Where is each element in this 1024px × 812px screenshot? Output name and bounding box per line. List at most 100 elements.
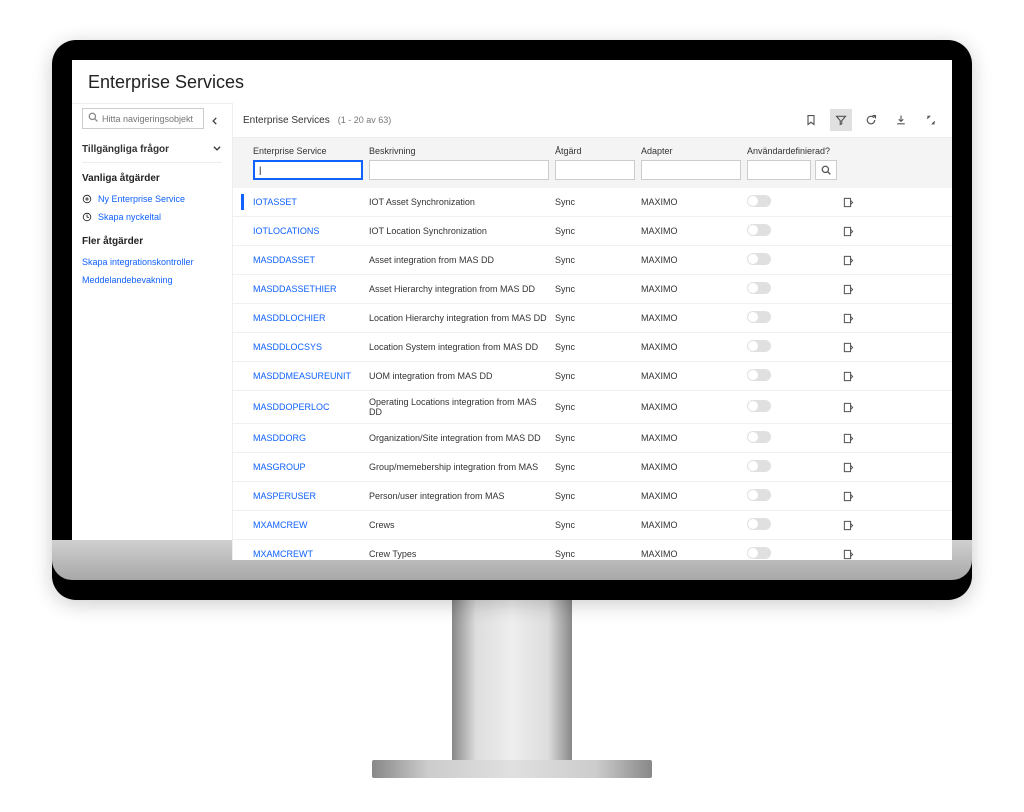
available-queries-dropdown[interactable]: Tillgängliga frågor — [82, 137, 222, 163]
filter-description-input[interactable] — [369, 160, 549, 180]
row-detail-button[interactable] — [843, 342, 873, 353]
cell-action: Sync — [555, 284, 635, 294]
row-marker — [241, 430, 244, 446]
col-adapter[interactable]: Adapter — [641, 144, 741, 158]
row-marker — [241, 281, 244, 297]
table-row[interactable]: MASGROUP Group/memebership integration f… — [233, 453, 952, 482]
cell-service-link[interactable]: MASDDASSET — [253, 255, 363, 265]
table-row[interactable]: MXAMCREW Crews Sync MAXIMO — [233, 511, 952, 540]
sidebar-item-label: Meddelandebevakning — [82, 275, 173, 285]
col-action[interactable]: Åtgärd — [555, 144, 635, 158]
cell-service-link[interactable]: MASDDASSETHIER — [253, 284, 363, 294]
row-detail-button[interactable] — [843, 549, 873, 560]
table-row[interactable]: MASDDLOCSYS Location System integration … — [233, 333, 952, 362]
userdef-toggle[interactable] — [747, 340, 771, 352]
cell-action: Sync — [555, 433, 635, 443]
userdef-toggle[interactable] — [747, 460, 771, 472]
cell-service-link[interactable]: MASDDLOCSYS — [253, 342, 363, 352]
userdef-toggle[interactable] — [747, 400, 771, 412]
cell-description: Asset integration from MAS DD — [369, 255, 549, 265]
table-row[interactable]: MASDDOPERLOC Operating Locations integra… — [233, 391, 952, 424]
cell-description: UOM integration from MAS DD — [369, 371, 549, 381]
row-detail-button[interactable] — [843, 491, 873, 502]
cell-service-link[interactable]: MXAMCREWT — [253, 549, 363, 559]
table-row[interactable]: IOTLOCATIONS IOT Location Synchronizatio… — [233, 217, 952, 246]
table-row[interactable]: MASPERUSER Person/user integration from … — [233, 482, 952, 511]
download-button[interactable] — [890, 109, 912, 131]
table-row[interactable]: MASDDASSET Asset integration from MAS DD… — [233, 246, 952, 275]
nav-search-input[interactable] — [102, 114, 198, 124]
userdef-toggle[interactable] — [747, 547, 771, 559]
userdef-toggle[interactable] — [747, 431, 771, 443]
clock-icon — [82, 212, 92, 222]
cell-description: Crew Types — [369, 549, 549, 559]
content-header: Enterprise Services (1 - 20 av 63) — [233, 103, 952, 138]
col-userdef[interactable]: Användardefinierad? — [747, 144, 837, 158]
row-marker — [241, 310, 244, 326]
sidebar-item-message-tracking[interactable]: Meddelandebevakning — [82, 271, 222, 289]
table-row[interactable]: MXAMCREWT Crew Types Sync MAXIMO — [233, 540, 952, 560]
table-row[interactable]: MASDDMEASUREUNIT UOM integration from MA… — [233, 362, 952, 391]
sidebar: Tillgängliga frågor Vanliga åtgärder Ny … — [72, 103, 232, 560]
cell-service-link[interactable]: MASGROUP — [253, 462, 363, 472]
page-title: Enterprise Services — [72, 60, 952, 103]
cell-service-link[interactable]: MXAMCREW — [253, 520, 363, 530]
row-detail-button[interactable] — [843, 226, 873, 237]
filter-adapter-input[interactable] — [641, 160, 741, 180]
row-marker — [241, 339, 244, 355]
userdef-toggle[interactable] — [747, 311, 771, 323]
refresh-button[interactable] — [860, 109, 882, 131]
row-detail-button[interactable] — [843, 255, 873, 266]
row-marker — [241, 223, 244, 239]
userdef-toggle[interactable] — [747, 282, 771, 294]
filter-action-input[interactable] — [555, 160, 635, 180]
row-marker — [241, 517, 244, 533]
cell-adapter: MAXIMO — [641, 433, 741, 443]
cell-service-link[interactable]: IOTLOCATIONS — [253, 226, 363, 236]
sidebar-item-create-kpi[interactable]: Skapa nyckeltal — [82, 208, 222, 226]
table-row[interactable]: MASDDLOCHIER Location Hierarchy integrat… — [233, 304, 952, 333]
cell-service-link[interactable]: IOTASSET — [253, 197, 363, 207]
cell-service-link[interactable]: MASDDMEASUREUNIT — [253, 371, 363, 381]
cell-service-link[interactable]: MASDDLOCHIER — [253, 313, 363, 323]
row-detail-button[interactable] — [843, 197, 873, 208]
col-service[interactable]: Enterprise Service — [253, 144, 363, 158]
collapse-button[interactable] — [920, 109, 942, 131]
userdef-toggle[interactable] — [747, 224, 771, 236]
sidebar-item-integration-controls[interactable]: Skapa integrationskontroller — [82, 253, 222, 271]
cell-description: Person/user integration from MAS — [369, 491, 549, 501]
row-detail-button[interactable] — [843, 371, 873, 382]
row-detail-button[interactable] — [843, 462, 873, 473]
row-detail-button[interactable] — [843, 402, 873, 413]
table-row[interactable]: MASDDORG Organization/Site integration f… — [233, 424, 952, 453]
table-row[interactable]: MASDDASSETHIER Asset Hierarchy integrati… — [233, 275, 952, 304]
row-detail-button[interactable] — [843, 313, 873, 324]
cell-adapter: MAXIMO — [641, 491, 741, 501]
filter-button[interactable] — [830, 109, 852, 131]
filter-service-input[interactable] — [253, 160, 363, 180]
nav-search[interactable] — [82, 108, 204, 129]
userdef-toggle[interactable] — [747, 369, 771, 381]
bookmark-button[interactable] — [800, 109, 822, 131]
cell-service-link[interactable]: MASDDORG — [253, 433, 363, 443]
userdef-toggle[interactable] — [747, 489, 771, 501]
col-description[interactable]: Beskrivning — [369, 144, 549, 158]
userdef-toggle[interactable] — [747, 253, 771, 265]
cell-service-link[interactable]: MASDDOPERLOC — [253, 402, 363, 412]
sidebar-item-new-enterprise-service[interactable]: Ny Enterprise Service — [82, 190, 222, 208]
available-queries-label: Tillgängliga frågor — [82, 144, 169, 155]
cell-service-link[interactable]: MASPERUSER — [253, 491, 363, 501]
cell-adapter: MAXIMO — [641, 402, 741, 412]
userdef-toggle[interactable] — [747, 518, 771, 530]
row-detail-button[interactable] — [843, 520, 873, 531]
filter-search-button[interactable] — [815, 160, 837, 180]
collapse-sidebar-button[interactable] — [208, 116, 222, 129]
row-detail-button[interactable] — [843, 284, 873, 295]
table-row[interactable]: IOTASSET IOT Asset Synchronization Sync … — [233, 188, 952, 217]
sidebar-item-label: Skapa integrationskontroller — [82, 257, 194, 267]
userdef-toggle[interactable] — [747, 195, 771, 207]
cell-description: Crews — [369, 520, 549, 530]
cell-action: Sync — [555, 255, 635, 265]
filter-userdef-input[interactable] — [747, 160, 811, 180]
row-detail-button[interactable] — [843, 433, 873, 444]
